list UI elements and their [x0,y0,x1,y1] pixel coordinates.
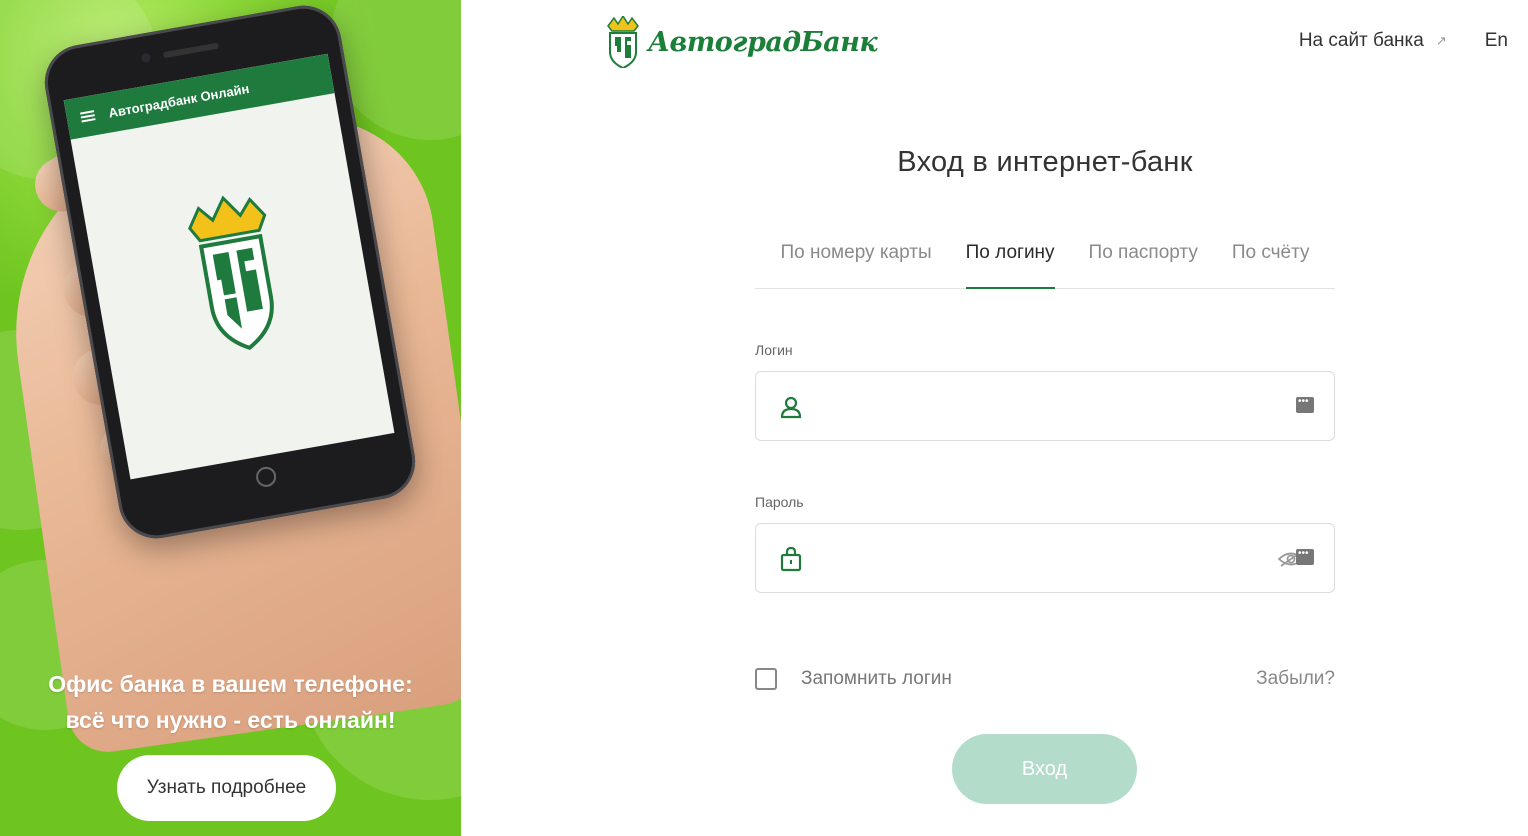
login-field [755,371,1335,441]
external-arrow-icon: ↗ [1435,33,1447,48]
page-title: Вход в интернет-банк [897,146,1193,178]
promo-headline-line2: всё что нужно - есть онлайн! [65,707,396,733]
login-input[interactable] [816,372,1286,440]
phone-screen: Автоградбанк Онлайн [63,53,395,480]
language-switch[interactable]: En [1485,30,1508,52]
lock-bag-icon [780,546,802,572]
menu-icon [80,110,96,123]
user-icon [780,396,802,419]
bank-crest-icon [188,195,274,351]
password-manager-icon[interactable] [1296,396,1314,413]
password-label: Пароль [755,494,804,510]
remember-login[interactable]: Запомнить логин [755,668,952,690]
promo-panel: Автоградбанк Онлайн Офис банка в вашем т… [0,0,461,836]
bank-logo-text: АвтоградБанк [648,26,878,58]
remember-label: Запомнить логин [801,668,952,689]
phone-home-button [254,465,278,489]
tab-card-number[interactable]: По номеру карты [781,238,932,289]
learn-more-button[interactable]: Узнать подробнее [117,755,336,821]
bank-site-link-label: На сайт банка [1298,30,1424,51]
login-label: Логин [755,342,793,358]
phone-app-bar: Автоградбанк Онлайн [63,53,335,140]
tab-account[interactable]: По счёту [1232,238,1310,289]
bank-logo[interactable]: АвтоградБанк [606,16,878,68]
phone-camera [140,52,152,64]
password-input[interactable] [816,524,1286,592]
bank-crest-icon [607,16,639,68]
forgot-link[interactable]: Забыли? [1256,668,1335,690]
login-method-tabs: По номеру карты По логину По паспорту По… [755,238,1335,289]
password-manager-icon[interactable] [1296,548,1314,565]
tab-passport[interactable]: По паспорту [1089,238,1198,289]
promo-headline-line1: Офис банка в вашем телефоне: [48,671,413,697]
promo-headline: Офис банка в вашем телефоне: всё что нуж… [0,666,461,738]
remember-checkbox[interactable] [755,668,777,690]
phone-app-title: Автоградбанк Онлайн [107,80,251,121]
login-submit-button[interactable]: Вход [952,734,1137,804]
bank-site-link[interactable]: На сайт банка ↗ [1299,30,1447,52]
password-field [755,523,1335,593]
top-nav: На сайт банка ↗ En [1299,30,1508,52]
phone-speaker [162,42,220,59]
tab-login[interactable]: По логину [965,238,1055,289]
